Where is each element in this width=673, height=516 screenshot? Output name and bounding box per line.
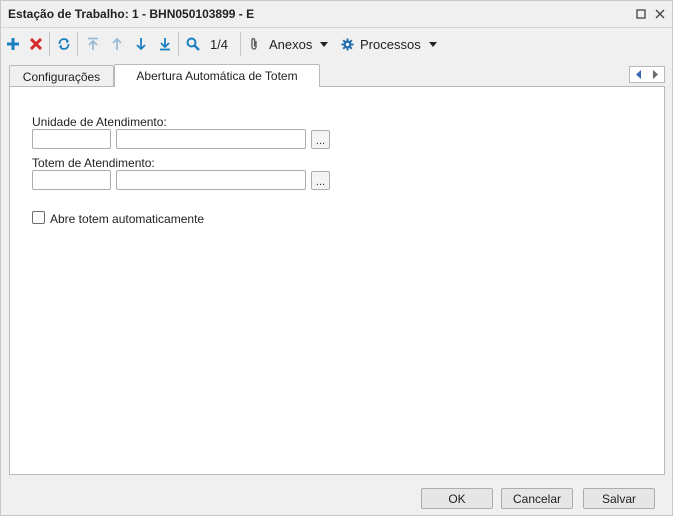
save-button[interactable]: Salvar xyxy=(583,488,655,509)
previous-record-icon[interactable] xyxy=(107,33,127,55)
tab-scroll-buttons xyxy=(629,66,665,83)
title-bar: Estação de Trabalho: 1 - BHN050103899 - … xyxy=(1,1,672,28)
add-icon[interactable] xyxy=(3,33,23,55)
abre-totem-label: Abre totem automaticamente xyxy=(50,212,205,226)
search-icon[interactable] xyxy=(183,33,203,55)
gear-icon xyxy=(341,38,354,51)
tab-configuracoes[interactable]: Configurações xyxy=(9,65,114,87)
toolbar-separator xyxy=(178,32,179,56)
toolbar-separator xyxy=(240,32,241,56)
refresh-icon[interactable] xyxy=(54,33,74,55)
toolbar: 1/4 Anexos Processos xyxy=(1,29,672,59)
totem-code-input[interactable] xyxy=(32,170,111,190)
next-record-icon[interactable] xyxy=(131,33,151,55)
window-title: Estação de Trabalho: 1 - BHN050103899 - … xyxy=(8,7,255,21)
totem-label: Totem de Atendimento: xyxy=(32,156,155,170)
toolbar-separator xyxy=(49,32,50,56)
tab-abertura-automatica[interactable]: Abertura Automática de Totem xyxy=(114,64,320,87)
unidade-name-input[interactable] xyxy=(116,129,306,149)
unidade-label: Unidade de Atendimento: xyxy=(32,115,167,129)
tab-content-panel: Unidade de Atendimento: ... Totem de Ate… xyxy=(9,86,665,475)
ok-button[interactable]: OK xyxy=(421,488,493,509)
toolbar-separator xyxy=(77,32,78,56)
dialog-window: Estação de Trabalho: 1 - BHN050103899 - … xyxy=(0,0,673,516)
first-record-icon[interactable] xyxy=(83,33,103,55)
chevron-down-icon xyxy=(320,41,329,47)
unidade-lookup-button[interactable]: ... xyxy=(311,130,330,149)
processes-dropdown[interactable]: Processos xyxy=(341,33,441,55)
attachments-label: Anexos xyxy=(269,36,313,52)
tab-scroll-left-icon[interactable] xyxy=(634,69,643,80)
totem-lookup-button[interactable]: ... xyxy=(311,171,330,190)
tab-label: Configurações xyxy=(22,69,101,84)
tab-scroll-right-icon[interactable] xyxy=(651,69,660,80)
tab-label: Abertura Automática de Totem xyxy=(136,69,298,83)
attachments-dropdown[interactable]: Anexos xyxy=(249,33,329,55)
delete-icon[interactable] xyxy=(26,33,46,55)
cancel-button[interactable]: Cancelar xyxy=(501,488,573,509)
totem-name-input[interactable] xyxy=(116,170,306,190)
last-record-icon[interactable] xyxy=(155,33,175,55)
tab-bar: Configurações Abertura Automática de Tot… xyxy=(9,64,665,87)
unidade-code-input[interactable] xyxy=(32,129,111,149)
maximize-icon[interactable] xyxy=(633,6,649,22)
processes-label: Processos xyxy=(360,36,421,52)
paperclip-icon xyxy=(249,37,259,51)
close-icon[interactable] xyxy=(652,6,668,22)
chevron-down-icon xyxy=(428,41,437,47)
abre-totem-checkbox[interactable] xyxy=(32,211,45,224)
record-counter: 1/4 xyxy=(209,36,229,52)
